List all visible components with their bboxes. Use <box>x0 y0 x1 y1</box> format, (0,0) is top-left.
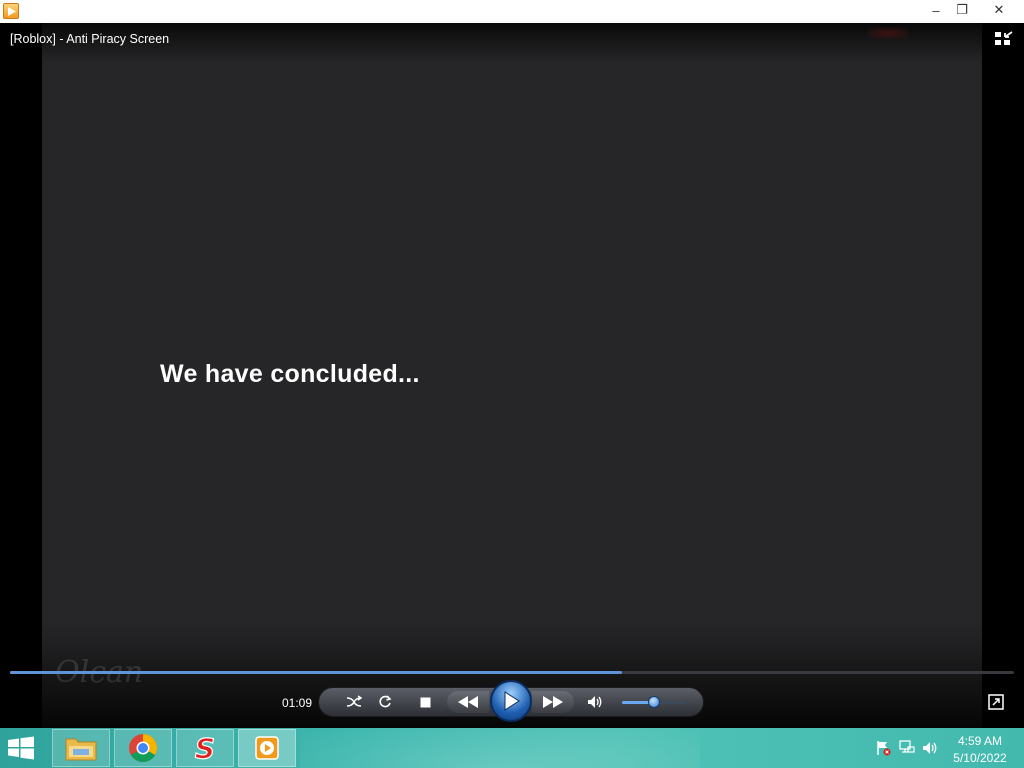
close-button[interactable]: ✕ <box>979 0 1019 20</box>
folder-icon <box>65 738 97 761</box>
fullscreen-toggle-icon[interactable] <box>988 694 1004 710</box>
switch-to-library-icon[interactable] <box>994 31 1014 47</box>
media-player-area[interactable]: [Roblox] - Anti Piracy Screen We have co… <box>0 23 1024 728</box>
taskbar: S <box>0 728 1024 768</box>
svg-text:S: S <box>195 733 215 763</box>
elapsed-time: 01:09 <box>282 696 313 710</box>
previous-button[interactable] <box>447 691 489 713</box>
taskbar-chrome[interactable] <box>114 729 172 767</box>
chrome-icon <box>129 734 157 762</box>
taskbar-media-player[interactable] <box>238 729 296 767</box>
speaker-icon[interactable] <box>585 691 605 713</box>
window-titlebar: – ❐ ✕ <box>0 0 1024 23</box>
video-glow <box>868 27 908 39</box>
shuffle-icon[interactable] <box>344 691 364 713</box>
stop-button[interactable] <box>415 691 435 713</box>
media-title: [Roblox] - Anti Piracy Screen <box>10 32 170 46</box>
repeat-icon[interactable] <box>375 691 395 713</box>
media-player-icon <box>255 736 279 760</box>
s-logo-icon: S <box>194 733 215 763</box>
clock-time[interactable]: 4:59 AM <box>948 734 1012 748</box>
network-icon[interactable] <box>898 740 916 756</box>
play-button[interactable] <box>490 680 532 722</box>
volume-slider-thumb[interactable] <box>648 696 660 708</box>
system-volume-icon[interactable] <box>921 740 939 756</box>
restore-button[interactable]: ❐ <box>945 0 979 20</box>
windows-start-button[interactable] <box>6 736 36 760</box>
taskbar-file-explorer[interactable] <box>52 729 110 767</box>
action-center-flag-icon[interactable] <box>874 740 892 756</box>
clock-date[interactable]: 5/10/2022 <box>948 751 1012 765</box>
next-button[interactable] <box>532 691 574 713</box>
media-player-app-icon[interactable] <box>3 3 19 19</box>
seek-bar-progress <box>10 671 622 674</box>
video-caption-text: We have concluded... <box>160 360 420 388</box>
taskbar-s-app[interactable]: S <box>176 729 234 767</box>
